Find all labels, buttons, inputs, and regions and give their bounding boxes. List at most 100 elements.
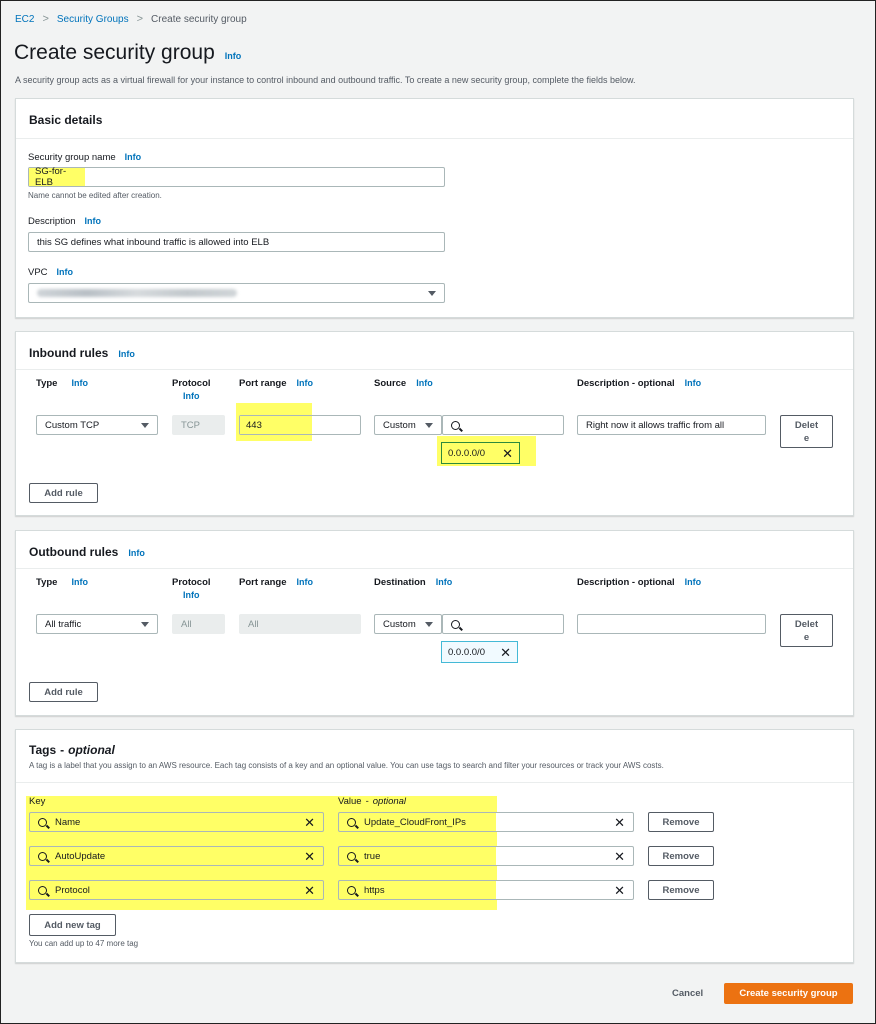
close-icon[interactable]: ✕ — [304, 850, 315, 863]
inbound-delete-label-2: e — [803, 432, 810, 444]
tag-key-input[interactable]: AutoUpdate ✕ — [29, 846, 324, 866]
inbound-description-value: Right now it allows traffic from all — [586, 419, 725, 431]
vpc-label: VPC — [28, 267, 48, 278]
outbound-description-input[interactable] — [577, 614, 766, 634]
caret-down-icon — [141, 422, 149, 428]
page-subtitle: A security group acts as a virtual firew… — [15, 75, 636, 85]
close-icon[interactable]: ✕ — [304, 884, 315, 897]
outbound-col-port-label: Port range — [239, 577, 287, 588]
outbound-delete-button[interactable]: Delet e — [780, 614, 833, 647]
inbound-delete-button[interactable]: Delet e — [780, 415, 833, 448]
tag-remove-button[interactable]: Remove — [648, 880, 714, 900]
inbound-info-link[interactable]: Info — [118, 349, 135, 359]
outbound-info-link[interactable]: Info — [128, 548, 145, 558]
inbound-title-row: Inbound rules Info — [29, 346, 135, 360]
outbound-dest-type-select[interactable]: Custom — [374, 614, 442, 634]
close-icon[interactable]: ✕ — [614, 850, 625, 863]
inbound-desc-info-link[interactable]: Info — [685, 378, 702, 388]
inbound-title: Inbound rules — [29, 346, 109, 360]
description-label-row: Description Info — [28, 216, 101, 227]
close-icon[interactable]: ✕ — [500, 646, 511, 659]
outbound-dest-search-input[interactable] — [442, 614, 564, 634]
tags-description: A tag is a label that you assign to an A… — [29, 761, 664, 770]
vpc-select[interactable] — [28, 283, 445, 303]
close-icon[interactable]: ✕ — [614, 884, 625, 897]
inbound-port-input[interactable]: 443 — [239, 415, 361, 435]
tag-key-value: Name — [55, 816, 81, 828]
create-security-group-button[interactable]: Create security group — [724, 983, 853, 1004]
tag-value-label-row: Value - optional — [338, 796, 406, 807]
inbound-port-info-link[interactable]: Info — [297, 378, 314, 388]
inbound-col-source-label: Source — [374, 378, 407, 389]
inbound-source-token: 0.0.0.0/0 ✕ — [441, 442, 520, 464]
inbound-type-info-link[interactable]: Info — [71, 378, 88, 388]
outbound-type-info-link[interactable]: Info — [71, 577, 88, 587]
close-icon[interactable]: ✕ — [614, 816, 625, 829]
outbound-delete-label-1: Delet — [794, 618, 819, 630]
inbound-source-type-select[interactable]: Custom — [374, 415, 442, 435]
description-value: this SG defines what inbound traffic is … — [37, 236, 270, 248]
tag-value-input[interactable]: Update_CloudFront_IPs ✕ — [338, 812, 634, 832]
inbound-col-desc-label: Description - optional — [577, 378, 675, 389]
description-input[interactable]: this SG defines what inbound traffic is … — [28, 232, 445, 252]
search-icon — [38, 851, 47, 861]
outbound-dest-token: 0.0.0.0/0 ✕ — [441, 641, 518, 663]
tag-value-value: Update_CloudFront_IPs — [364, 816, 466, 828]
tag-key-value: Protocol — [55, 884, 90, 896]
sg-name-value: SG-for-ELB — [29, 166, 85, 188]
tag-value-value: true — [364, 850, 381, 862]
inbound-source-info-link[interactable]: Info — [416, 378, 433, 388]
page-info-link[interactable]: Info — [225, 51, 242, 61]
cancel-button[interactable]: Cancel — [672, 988, 703, 999]
breadcrumb: EC2 > Security Groups > Create security … — [15, 13, 247, 25]
vpc-info-link[interactable]: Info — [57, 267, 74, 277]
inbound-col-port: Port range Info — [239, 378, 313, 389]
search-icon — [38, 817, 47, 827]
search-icon — [451, 420, 460, 430]
inbound-add-rule-button[interactable]: Add rule — [29, 483, 98, 503]
description-info-link[interactable]: Info — [85, 216, 102, 226]
inbound-type-select[interactable]: Custom TCP — [36, 415, 158, 435]
close-icon[interactable]: ✕ — [502, 447, 513, 460]
search-icon — [38, 885, 47, 895]
outbound-col-port: Port range Info — [239, 577, 313, 588]
tag-value-value: https — [364, 884, 385, 896]
breadcrumb-ec2-link[interactable]: EC2 — [15, 14, 34, 25]
inbound-protocol-info-link[interactable]: Info — [172, 391, 211, 401]
outbound-type-select[interactable]: All traffic — [36, 614, 158, 634]
tag-value-input[interactable]: https ✕ — [338, 880, 634, 900]
tag-value-input[interactable]: true ✕ — [338, 846, 634, 866]
inbound-port-value: 443 — [240, 416, 311, 434]
tag-key-input[interactable]: Name ✕ — [29, 812, 324, 832]
outbound-title: Outbound rules — [29, 545, 119, 559]
sg-name-input[interactable]: SG-for-ELB — [28, 166, 445, 188]
outbound-col-protocol-label: Protocol — [172, 577, 211, 588]
chevron-right-icon: > — [136, 13, 144, 25]
close-icon[interactable]: ✕ — [304, 816, 315, 829]
inbound-description-input[interactable]: Right now it allows traffic from all — [577, 415, 766, 435]
tag-key-input[interactable]: Protocol ✕ — [29, 880, 324, 900]
inbound-header — [16, 332, 853, 370]
tags-panel: Tags - optional A tag is a label that yo… — [15, 729, 854, 963]
vpc-label-row: VPC Info — [28, 267, 73, 278]
inbound-source-search-input[interactable] — [442, 415, 564, 435]
outbound-dest-info-link[interactable]: Info — [436, 577, 453, 587]
add-new-tag-button[interactable]: Add new tag — [29, 914, 116, 936]
outbound-add-rule-button[interactable]: Add rule — [29, 682, 98, 702]
outbound-desc-info-link[interactable]: Info — [685, 577, 702, 587]
inbound-col-desc: Description - optional Info — [577, 378, 701, 389]
outbound-title-row: Outbound rules Info — [29, 545, 145, 559]
outbound-port-info-link[interactable]: Info — [297, 577, 314, 587]
sg-name-info-link[interactable]: Info — [125, 152, 142, 162]
vpc-redacted-value — [37, 289, 237, 297]
tag-remove-button[interactable]: Remove — [648, 812, 714, 832]
caret-down-icon — [425, 621, 433, 627]
page-title: Create security group — [14, 41, 215, 64]
breadcrumb-security-groups-link[interactable]: Security Groups — [57, 14, 129, 25]
basic-details-panel: Basic details Security group name Info S… — [15, 98, 854, 318]
tags-title: Tags — [29, 743, 57, 757]
tag-remove-button[interactable]: Remove — [648, 846, 714, 866]
outbound-protocol-value: All — [181, 618, 192, 630]
outbound-protocol-info-link[interactable]: Info — [172, 590, 211, 600]
outbound-col-dest: Destination Info — [374, 577, 452, 588]
